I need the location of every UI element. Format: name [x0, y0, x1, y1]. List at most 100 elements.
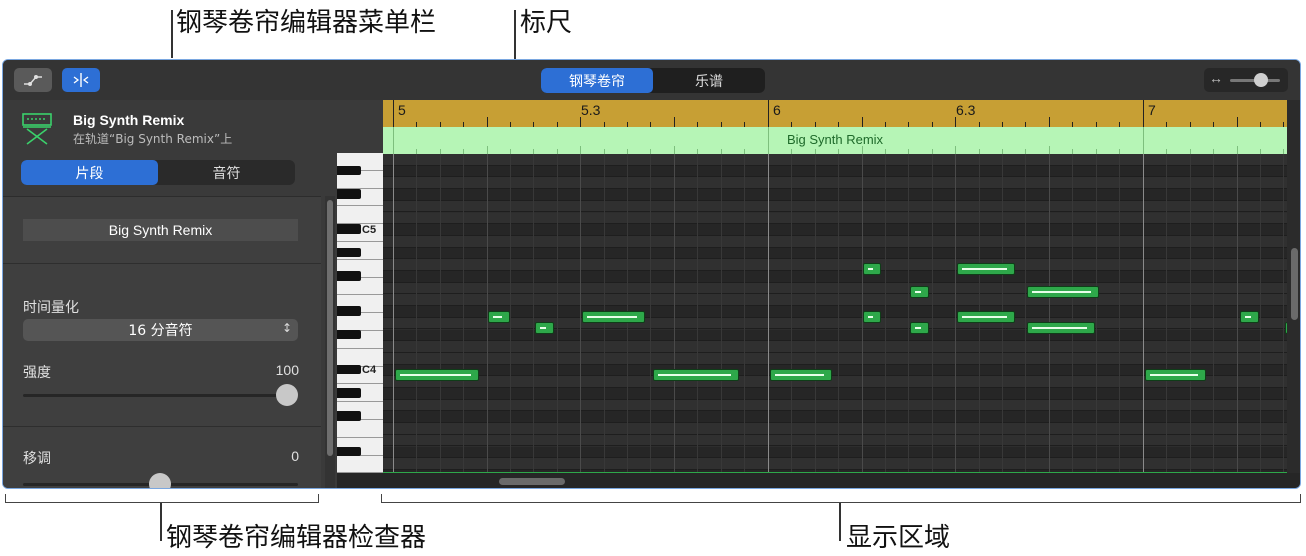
ruler-tick: [486, 117, 488, 127]
region-name-field[interactable]: Big Synth Remix: [23, 219, 298, 241]
midi-note[interactable]: [770, 369, 832, 381]
tab-region[interactable]: 片段: [21, 160, 158, 185]
grid-row: [383, 411, 1287, 424]
inspector-segmented-control: 片段 音符: [21, 160, 295, 185]
inspector-bracket: [5, 494, 319, 503]
ruler-bar-label: 6.3: [956, 102, 976, 118]
midi-note[interactable]: [535, 322, 554, 334]
grid-row: [383, 154, 1287, 166]
grid-line: [650, 154, 652, 473]
transpose-slider-knob[interactable]: [149, 473, 171, 488]
grid-line: [416, 154, 418, 473]
zoom-slider-knob[interactable]: [1254, 73, 1268, 87]
key-label-c4: C4: [362, 364, 377, 376]
display-area-bracket: [381, 494, 1301, 503]
inspector-scrollbar[interactable]: [325, 196, 335, 488]
black-key[interactable]: [337, 446, 361, 457]
black-key[interactable]: [337, 329, 361, 340]
automation-button[interactable]: [14, 68, 52, 92]
grid-line: [838, 154, 840, 473]
white-key[interactable]: [337, 348, 383, 367]
midi-note[interactable]: [863, 263, 881, 275]
grid-line: [1260, 154, 1261, 473]
piano-roll-inspector: Big Synth Remix 在轨道“Big Synth Remix”上 片段…: [3, 100, 337, 488]
grid-row: [383, 388, 1287, 400]
grid-line: [791, 154, 793, 473]
region-band-tick: [1236, 146, 1238, 154]
horizontal-scrollbar-thumb[interactable]: [499, 478, 565, 485]
midi-note[interactable]: [1027, 322, 1095, 334]
horizontal-zoom-slider[interactable]: ↔: [1204, 68, 1288, 92]
midi-note[interactable]: [1145, 369, 1206, 381]
white-key[interactable]: [337, 455, 383, 473]
tab-score[interactable]: 乐谱: [653, 68, 765, 93]
midi-note[interactable]: [653, 369, 739, 381]
time-quantize-label: 时间量化: [23, 300, 79, 316]
grid-line: [885, 154, 886, 473]
grid-line: [673, 154, 675, 473]
black-key[interactable]: [337, 189, 361, 199]
grid-row: [383, 294, 1287, 307]
velocity-slider-track[interactable]: [23, 394, 298, 397]
grid-row: [383, 458, 1287, 470]
midi-note[interactable]: [910, 286, 929, 298]
midi-note[interactable]: [957, 263, 1015, 275]
black-key[interactable]: [337, 364, 361, 375]
snap-button[interactable]: [62, 68, 100, 92]
white-key[interactable]: [337, 420, 383, 438]
region-band-tick: [955, 146, 957, 154]
grid-line: [1095, 154, 1097, 473]
synthesizer-icon: [22, 113, 52, 145]
tab-piano-roll[interactable]: 钢琴卷帘: [541, 68, 653, 93]
divider: [3, 426, 321, 427]
inspector-scrollbar-thumb[interactable]: [327, 200, 333, 456]
vertical-scrollbar-thumb[interactable]: [1291, 248, 1298, 320]
velocity-slider-knob[interactable]: [276, 384, 298, 406]
region-header-band[interactable]: Big Synth Remix: [383, 127, 1287, 154]
grid-line: [1189, 154, 1191, 473]
black-key[interactable]: [337, 247, 361, 258]
midi-note[interactable]: [1240, 311, 1259, 323]
grid-row: [383, 434, 1287, 447]
black-key[interactable]: [337, 224, 361, 234]
midi-note[interactable]: [582, 311, 645, 323]
time-quantize-select[interactable]: 16 分音符 ↕: [23, 319, 298, 341]
midi-note[interactable]: [957, 311, 1015, 323]
region-band-label: Big Synth Remix: [786, 132, 884, 147]
midi-note[interactable]: [488, 311, 510, 323]
divider: [3, 263, 321, 264]
grid-row: [383, 341, 1287, 353]
ruler-bar-label: 6: [773, 102, 781, 118]
display-area-annotation: 显示区域: [846, 523, 951, 553]
tab-notes[interactable]: 音符: [158, 160, 295, 185]
ruler-tick: [768, 100, 769, 127]
midi-note[interactable]: [1027, 286, 1099, 298]
midi-note[interactable]: [395, 369, 479, 381]
white-key[interactable]: [337, 206, 383, 225]
note-display-area[interactable]: [383, 154, 1287, 473]
grid-line: [463, 154, 465, 473]
transpose-label: 移调: [23, 451, 51, 467]
black-key[interactable]: [337, 271, 361, 281]
region-band-tick: [1048, 146, 1050, 154]
black-key[interactable]: [337, 306, 361, 316]
black-key[interactable]: [337, 411, 361, 422]
ruler-tick: [673, 117, 675, 127]
menubar-annotation-line: [171, 10, 173, 58]
grid-line: [393, 154, 394, 473]
region-band-tick: [861, 146, 863, 154]
ruler-tick: [1143, 100, 1144, 127]
piano-keyboard[interactable]: C5 C4: [337, 153, 383, 473]
menubar-annotation: 钢琴卷帘编辑器菜单栏: [176, 8, 437, 38]
midi-note[interactable]: [863, 311, 881, 323]
ruler-annotation: 标尺: [520, 8, 573, 38]
black-key[interactable]: [337, 388, 361, 398]
black-key[interactable]: [337, 165, 361, 176]
midi-note[interactable]: [910, 322, 929, 334]
horizontal-scrollbar[interactable]: [337, 473, 1300, 488]
ruler[interactable]: 5 5.3 6 6.3 7: [383, 100, 1287, 127]
white-key[interactable]: [337, 313, 383, 331]
ruler-bar-label: 7: [1148, 102, 1156, 118]
ruler-bar-label: 5: [398, 102, 406, 118]
vertical-scrollbar[interactable]: [1287, 100, 1300, 473]
